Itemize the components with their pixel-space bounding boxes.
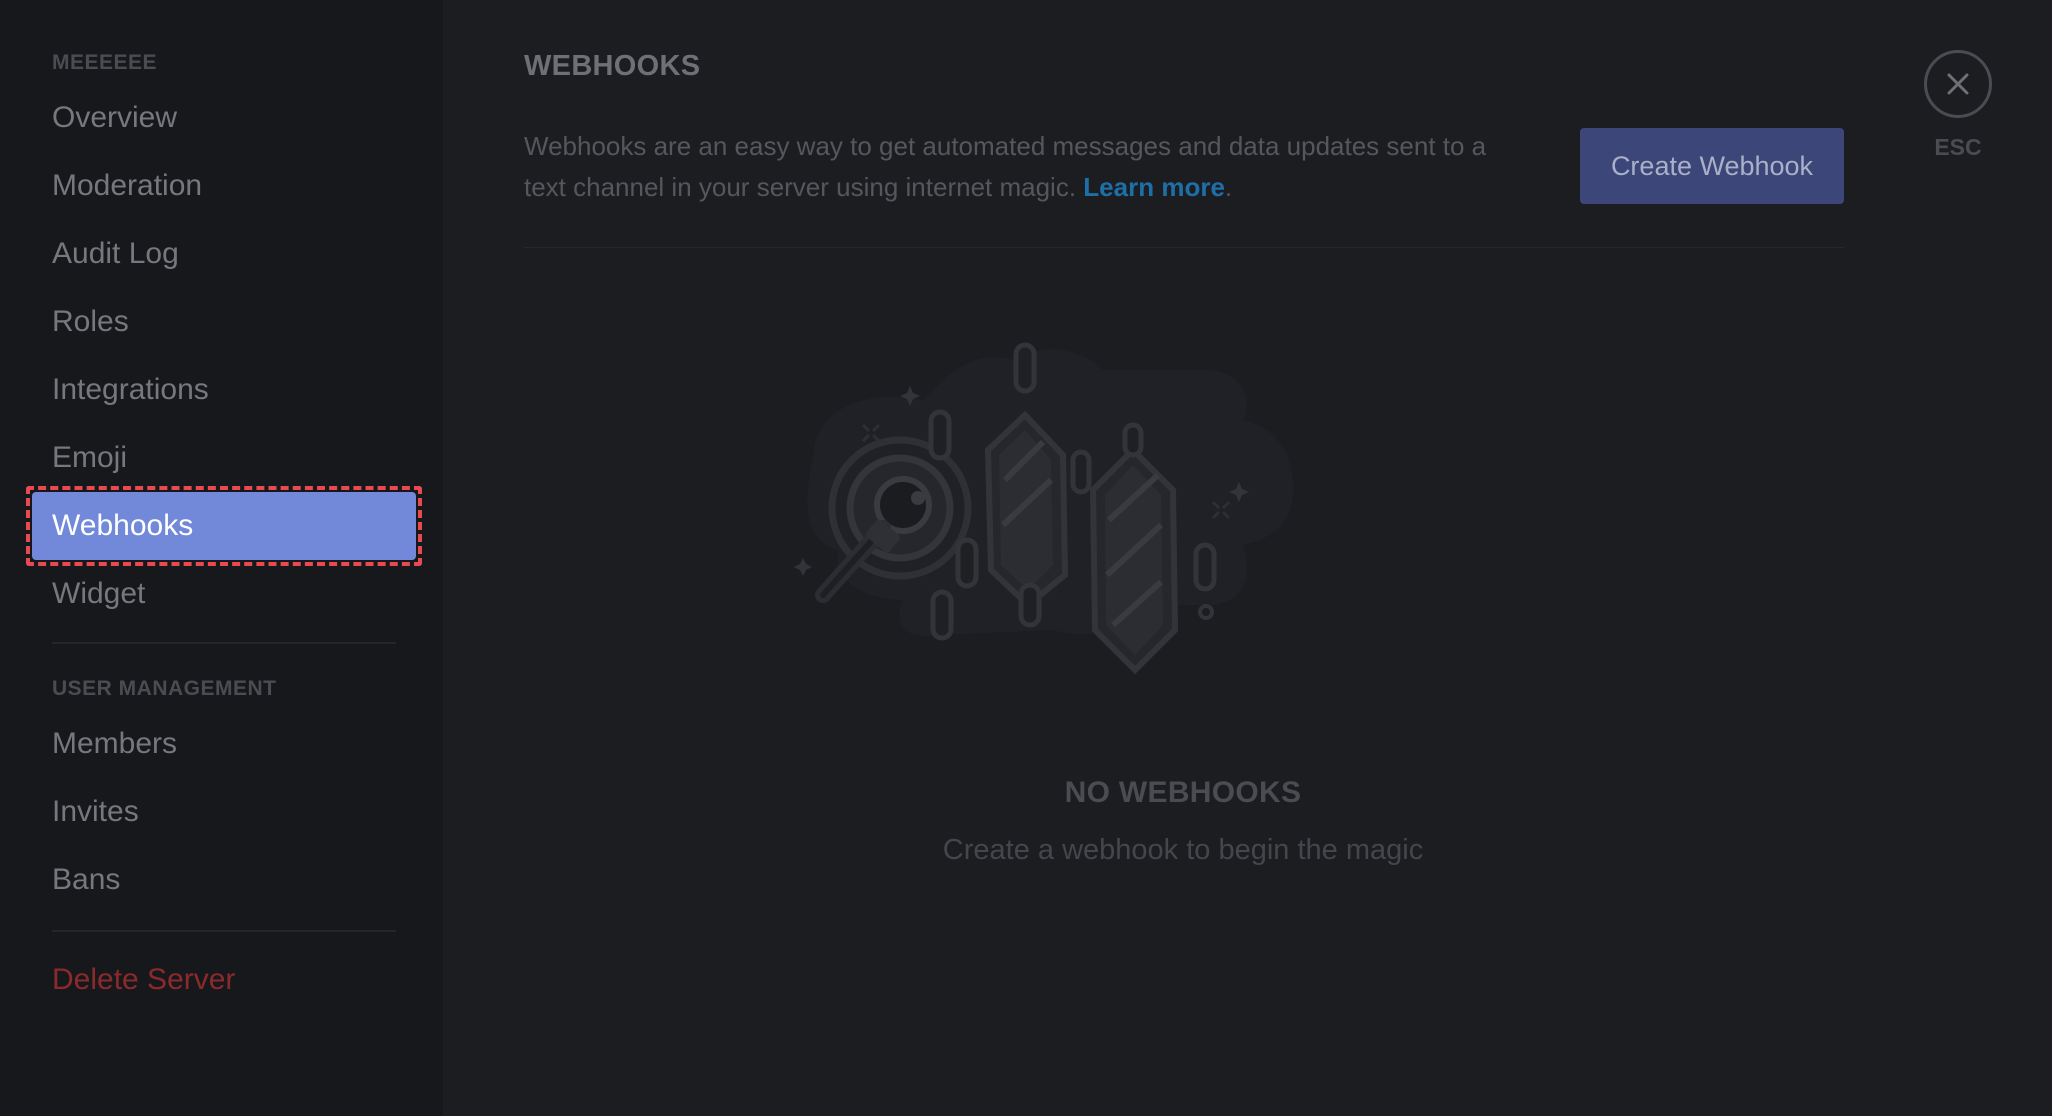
webhooks-page: WEBHOOKS Webhooks are an easy way to get… xyxy=(443,0,2052,1116)
sidebar-item-invites[interactable]: Invites xyxy=(52,778,443,846)
sidebar-divider xyxy=(52,642,396,644)
user-management-nav: Members Invites Bans xyxy=(0,710,443,914)
description-text: Webhooks are an easy way to get automate… xyxy=(524,131,1487,202)
sidebar-item-roles[interactable]: Roles xyxy=(52,288,443,356)
empty-state-subtitle: Create a webhook to begin the magic xyxy=(942,834,1424,866)
sidebar-item-webhooks[interactable]: Webhooks xyxy=(26,486,422,566)
server-settings-nav: Overview Moderation Audit Log Roles Inte… xyxy=(0,84,443,628)
learn-more-link[interactable]: Learn more xyxy=(1083,172,1225,202)
webhooks-description: Webhooks are an easy way to get automate… xyxy=(524,126,1524,208)
close-icon xyxy=(1947,73,1969,95)
sidebar-item-emoji[interactable]: Emoji xyxy=(52,424,443,492)
sidebar-item-audit-log[interactable]: Audit Log xyxy=(52,220,443,288)
webhook-empty-illustration xyxy=(794,342,1293,675)
sidebar-item-overview[interactable]: Overview xyxy=(52,84,443,152)
close-button[interactable] xyxy=(1924,50,1992,118)
server-name-header: MEEEEEE xyxy=(52,51,158,74)
server-settings: MEEEEEE Overview Moderation Audit Log Ro… xyxy=(0,0,2052,1116)
delete-server-button[interactable]: Delete Server xyxy=(52,946,443,1014)
sidebar-divider xyxy=(52,930,396,932)
sidebar-item-bans[interactable]: Bans xyxy=(52,846,443,914)
description-period: . xyxy=(1224,172,1233,202)
sidebar-item-members[interactable]: Members xyxy=(52,710,443,778)
esc-label: ESC xyxy=(1934,134,1982,160)
sidebar-item-widget[interactable]: Widget xyxy=(52,560,443,628)
page-title: WEBHOOKS xyxy=(524,50,701,82)
user-management-header: USER MANAGEMENT xyxy=(52,677,277,700)
sidebar-item-moderation[interactable]: Moderation xyxy=(52,152,443,220)
header-divider xyxy=(524,247,1844,248)
create-webhook-button[interactable]: Create Webhook xyxy=(1580,128,1844,204)
settings-sidebar: MEEEEEE Overview Moderation Audit Log Ro… xyxy=(0,0,443,1116)
empty-state-title: NO WEBHOOKS xyxy=(1064,776,1302,809)
sidebar-item-integrations[interactable]: Integrations xyxy=(52,356,443,424)
